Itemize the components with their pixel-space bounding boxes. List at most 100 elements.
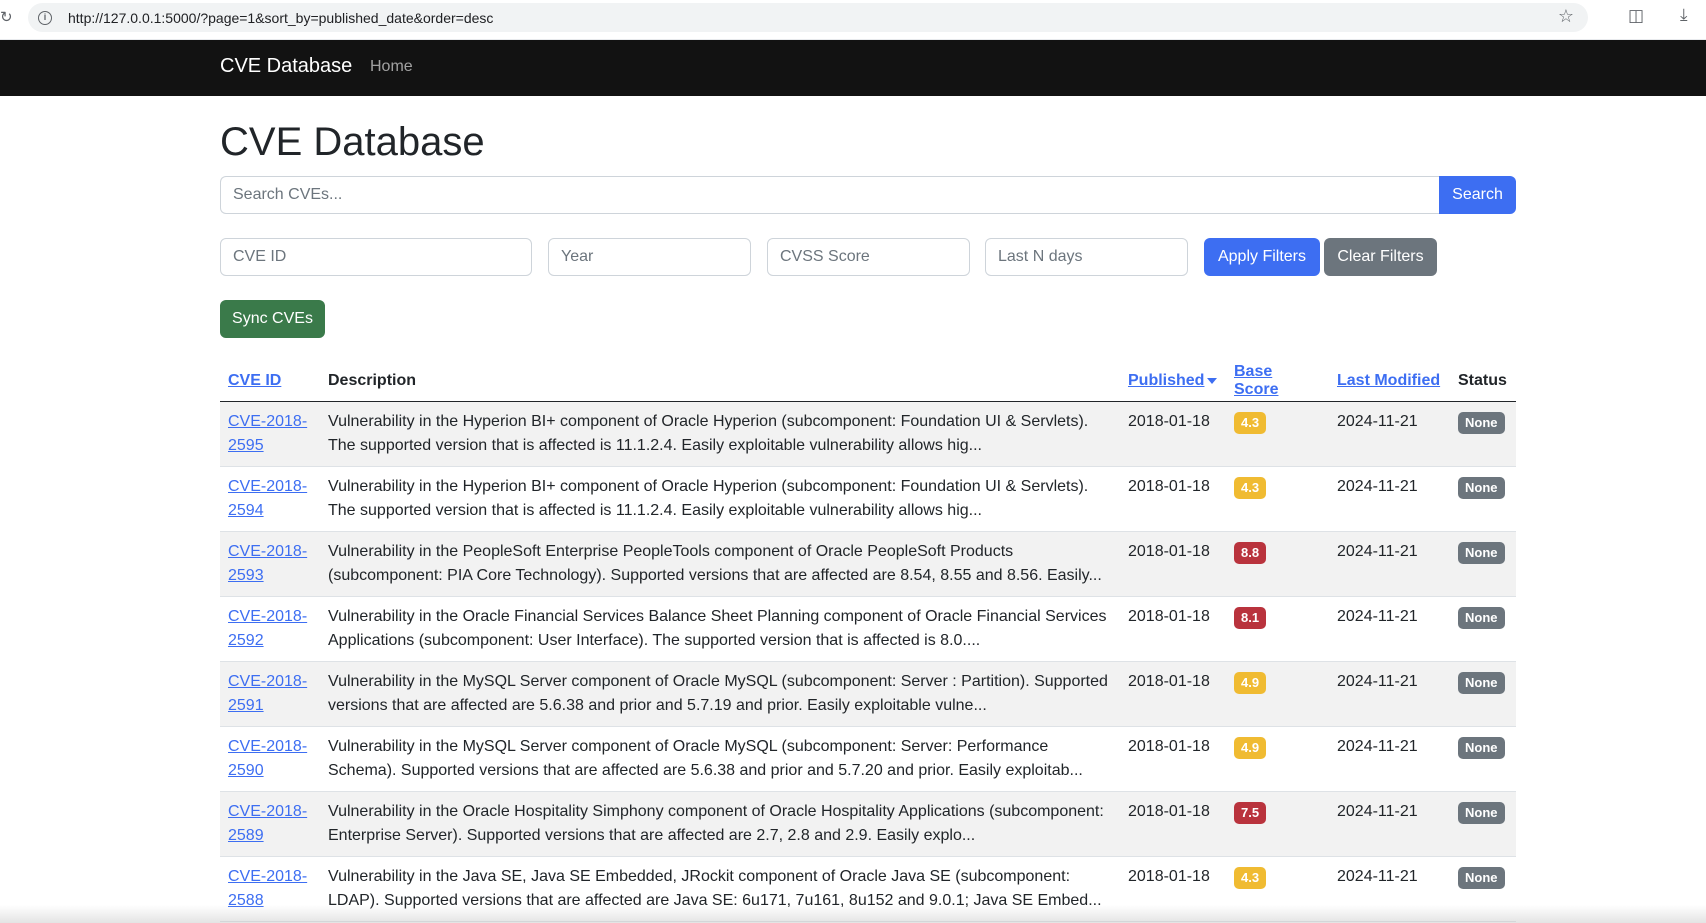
score-badge: 4.3 xyxy=(1234,411,1267,434)
cve-id-number[interactable]: 2590 xyxy=(228,762,264,779)
cve-id-link[interactable]: CVE-2018- 2594 xyxy=(228,478,307,519)
apply-filters-button[interactable]: Apply Filters xyxy=(1204,238,1320,276)
cvss-score-filter-input[interactable] xyxy=(767,238,970,276)
cve-id-cell: CVE-2018- 2594 xyxy=(220,466,320,532)
address-bar[interactable]: i http://127.0.0.1:5000/?page=1&sort_by=… xyxy=(28,3,1588,32)
cve-id-prefix[interactable]: CVE-2018- xyxy=(228,608,307,625)
base-score-cell: 7.5 xyxy=(1226,791,1329,857)
cve-id-cell: CVE-2018- 2591 xyxy=(220,661,320,727)
clear-filters-button[interactable]: Clear Filters xyxy=(1324,238,1437,276)
cve-id-number[interactable]: 2589 xyxy=(228,827,264,844)
status-badge: None xyxy=(1458,736,1505,759)
header-published[interactable]: Published xyxy=(1120,361,1226,402)
sort-base-score-link[interactable]: Base Score xyxy=(1234,363,1278,398)
bookmark-star-icon[interactable]: ☆ xyxy=(1558,6,1574,27)
table-row: CVE-2018- 2594 Vulnerability in the Hyperi… xyxy=(220,466,1516,532)
description-cell: Vulnerability in the PeopleSoft Enterpri… xyxy=(320,531,1120,597)
search-input[interactable] xyxy=(220,176,1439,214)
nav-link-home[interactable]: Home xyxy=(370,58,413,76)
cve-id-link[interactable]: CVE-2018- 2595 xyxy=(228,413,307,454)
header-base-score[interactable]: Base Score xyxy=(1226,361,1329,402)
cve-id-link[interactable]: CVE-2018- 2591 xyxy=(228,673,307,714)
extensions-icon[interactable]: ◫ xyxy=(1628,6,1644,26)
last-n-days-filter-input[interactable] xyxy=(985,238,1188,276)
cve-id-number[interactable]: 2592 xyxy=(228,632,264,649)
published-cell: 2018-01-18 xyxy=(1120,661,1226,727)
status-cell: None xyxy=(1450,661,1516,727)
cve-id-number[interactable]: 2591 xyxy=(228,697,264,714)
cve-id-filter-input[interactable] xyxy=(220,238,532,276)
cve-id-prefix[interactable]: CVE-2018- xyxy=(228,478,307,495)
header-status: Status xyxy=(1450,361,1516,402)
status-cell: None xyxy=(1450,466,1516,532)
description-cell: Vulnerability in the MySQL Server compon… xyxy=(320,726,1120,792)
url-text[interactable]: http://127.0.0.1:5000/?page=1&sort_by=pu… xyxy=(68,10,493,26)
header-last-modified[interactable]: Last Modified xyxy=(1329,361,1450,402)
last-modified-cell: 2024-11-21 xyxy=(1329,726,1450,792)
last-modified-cell: 2024-11-21 xyxy=(1329,596,1450,662)
score-badge: 8.1 xyxy=(1234,606,1267,629)
cve-id-cell: CVE-2018- 2590 xyxy=(220,726,320,792)
cve-id-cell: CVE-2018- 2589 xyxy=(220,791,320,857)
cve-id-number[interactable]: 2593 xyxy=(228,567,264,584)
description-cell: Vulnerability in the Oracle Hospitality … xyxy=(320,791,1120,857)
bottom-shadow xyxy=(0,905,1706,923)
last-modified-cell: 2024-11-21 xyxy=(1329,791,1450,857)
base-score-cell: 4.9 xyxy=(1226,726,1329,792)
status-badge: None xyxy=(1458,801,1505,824)
cve-id-link[interactable]: CVE-2018- 2588 xyxy=(228,868,307,909)
cve-id-cell: CVE-2018- 2593 xyxy=(220,531,320,597)
cve-id-prefix[interactable]: CVE-2018- xyxy=(228,673,307,690)
cve-id-number[interactable]: 2595 xyxy=(228,437,264,454)
table-row: CVE-2018- 2595 Vulnerability in the Hyperi… xyxy=(220,401,1516,467)
status-cell: None xyxy=(1450,401,1516,467)
cve-id-link[interactable]: CVE-2018- 2593 xyxy=(228,543,307,584)
sort-published-link[interactable]: Published xyxy=(1128,372,1204,389)
status-badge: None xyxy=(1458,606,1505,629)
download-icon[interactable]: ⤓ xyxy=(1680,5,1688,25)
status-cell: None xyxy=(1450,531,1516,597)
status-badge: None xyxy=(1458,541,1505,564)
cve-id-link[interactable]: CVE-2018- 2590 xyxy=(228,738,307,779)
cve-id-prefix[interactable]: CVE-2018- xyxy=(228,543,307,560)
reload-icon[interactable]: ↻ xyxy=(0,8,13,26)
base-score-cell: 4.3 xyxy=(1226,401,1329,467)
table-row: CVE-2018- 2592 Vulnerability in the Oracle… xyxy=(220,596,1516,662)
site-info-icon[interactable]: i xyxy=(38,10,52,25)
status-badge: None xyxy=(1458,411,1505,434)
base-score-cell: 8.1 xyxy=(1226,596,1329,662)
table-row: CVE-2018- 2593 Vulnerability in the People… xyxy=(220,531,1516,597)
base-score-cell: 4.9 xyxy=(1226,661,1329,727)
table-row: CVE-2018- 2591 Vulnerability in the MySQL … xyxy=(220,661,1516,727)
header-cve-id[interactable]: CVE ID xyxy=(220,361,320,402)
last-modified-cell: 2024-11-21 xyxy=(1329,466,1450,532)
cve-id-cell: CVE-2018- 2595 xyxy=(220,401,320,467)
filter-form: Apply Filters Clear Filters xyxy=(220,238,1516,276)
cve-id-link[interactable]: CVE-2018- 2589 xyxy=(228,803,307,844)
last-modified-cell: 2024-11-21 xyxy=(1329,661,1450,727)
search-button[interactable]: Search xyxy=(1439,176,1516,214)
sort-cve-id-link[interactable]: CVE ID xyxy=(228,372,281,389)
status-cell: None xyxy=(1450,726,1516,792)
cve-id-prefix[interactable]: CVE-2018- xyxy=(228,803,307,820)
cve-id-link[interactable]: CVE-2018- 2592 xyxy=(228,608,307,649)
cve-id-prefix[interactable]: CVE-2018- xyxy=(228,413,307,430)
navbar-brand[interactable]: CVE Database xyxy=(220,55,352,78)
sync-cves-button[interactable]: Sync CVEs xyxy=(220,300,325,338)
browser-toolbar: ↻ i http://127.0.0.1:5000/?page=1&sort_b… xyxy=(0,0,1706,40)
score-badge: 8.8 xyxy=(1234,541,1267,564)
sort-last-modified-link[interactable]: Last Modified xyxy=(1337,372,1440,389)
year-filter-input[interactable] xyxy=(548,238,751,276)
cve-id-prefix[interactable]: CVE-2018- xyxy=(228,868,307,885)
score-badge: 7.5 xyxy=(1234,801,1267,824)
base-score-cell: 8.8 xyxy=(1226,531,1329,597)
cve-id-prefix[interactable]: CVE-2018- xyxy=(228,738,307,755)
navbar: CVE Database Home xyxy=(0,40,1706,96)
cve-id-number[interactable]: 2594 xyxy=(228,502,264,519)
published-cell: 2018-01-18 xyxy=(1120,401,1226,467)
table-header-row: CVE ID Description Published Base Score … xyxy=(220,361,1516,402)
header-description: Description xyxy=(320,361,1120,402)
score-badge: 4.9 xyxy=(1234,671,1267,694)
cve-id-cell: CVE-2018- 2592 xyxy=(220,596,320,662)
search-form: Search xyxy=(220,176,1516,214)
